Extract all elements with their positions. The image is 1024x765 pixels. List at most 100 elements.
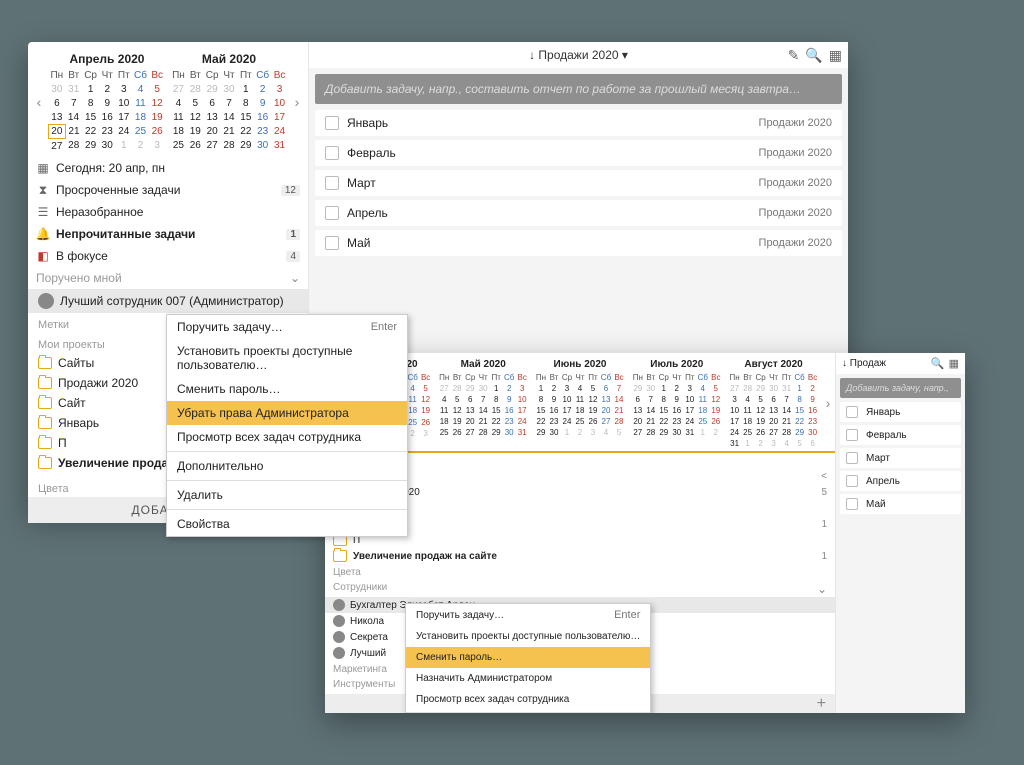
checkbox[interactable] — [325, 146, 339, 160]
checkbox[interactable] — [846, 452, 858, 464]
filter-today[interactable]: ▦ Сегодня: 20 апр, пн — [28, 157, 308, 179]
section-employees[interactable]: Сотрудники⌄ — [325, 579, 835, 597]
employee-name: Лучший — [350, 648, 386, 659]
filter-unread[interactable]: 🔔Непрочитанные задачи1 — [28, 223, 308, 245]
filter-unsorted-label: Неразобранное — [56, 205, 143, 219]
search-icon[interactable]: 🔍 — [805, 47, 822, 64]
task-header-title[interactable]: ↓ Продаж — [842, 358, 886, 369]
task-row[interactable]: Март — [840, 448, 961, 468]
ctx-more[interactable]: Дополнительно — [167, 454, 407, 478]
project-name: Увеличение продаж на сайте — [353, 551, 497, 562]
task-row[interactable]: Апрель — [840, 471, 961, 491]
task-title: Март — [866, 453, 890, 464]
calendar-icon[interactable]: ▦ — [829, 47, 842, 64]
ctx-label: Просмотр всех задач сотрудника — [416, 694, 569, 705]
shortcut: Enter — [371, 321, 397, 333]
separator — [406, 712, 650, 713]
checkbox[interactable] — [325, 236, 339, 250]
filter-focus[interactable]: ◧В фокусе4 — [28, 245, 308, 267]
task-project: Продажи 2020 — [759, 147, 832, 159]
filter-unsorted[interactable]: ☰Неразобранное — [28, 201, 308, 223]
checkbox[interactable] — [325, 206, 339, 220]
add-task-input[interactable]: Добавить задачу, напр., составить отчет … — [315, 74, 842, 104]
context-menu-employee: Поручить задачу…Enter Установить проекты… — [405, 603, 651, 713]
ctx-label: Удалить — [177, 488, 223, 502]
ctx-assign-task[interactable]: Поручить задачу…Enter — [167, 315, 407, 339]
folder-icon — [38, 417, 52, 429]
task-project: Продажи 2020 — [759, 177, 832, 189]
calendar-pair: ‹ Апрель 2020ПнВтСрЧтПтСбВс3031123456789… — [28, 42, 308, 157]
calendar-icon[interactable]: ▦ — [949, 357, 959, 370]
ctx-properties[interactable]: Свойства — [167, 512, 407, 536]
ctx-change-password[interactable]: Сменить пароль… — [167, 377, 407, 401]
window-employees: ‹ Апрель 2020ПнВтСрЧтПтСбВс3031123456789… — [325, 353, 965, 713]
mini-cal-aug[interactable]: Август 2020ПнВтСрЧтПтСбВс272829303112345… — [726, 357, 821, 449]
ctx-label: Просмотр всех задач сотрудника — [177, 430, 361, 444]
employee-row[interactable]: Лучший сотрудник 007 (Администратор) — [28, 289, 308, 313]
sidebar: ‹ Апрель 2020ПнВтСрЧтПтСбВс3031123456789… — [28, 42, 309, 512]
separator — [167, 451, 407, 452]
project-item[interactable]: Увеличение продаж на сайте1 — [325, 548, 835, 564]
task-row[interactable]: Февраль — [840, 425, 961, 445]
bookmark-icon: ◧ — [36, 249, 50, 263]
mini-cal-jun[interactable]: Июнь 2020ПнВтСрЧтПтСбВс12345678910111213… — [533, 357, 628, 438]
employee-name: Лучший сотрудник 007 (Администратор) — [60, 294, 284, 308]
ctx-label: Сменить пароль… — [416, 652, 502, 663]
ctx-set-projects[interactable]: Установить проекты доступные пользовател… — [406, 626, 650, 647]
task-title: Май — [347, 236, 371, 250]
project-name: Январь — [58, 416, 99, 430]
count: < — [821, 471, 827, 482]
folder-icon — [38, 357, 52, 369]
task-row[interactable]: Январь — [840, 402, 961, 422]
edit-icon[interactable]: ✎ — [788, 47, 800, 64]
filter-assigned[interactable]: Поручено мной⌄ — [28, 267, 308, 289]
cal-next[interactable]: › — [823, 396, 833, 410]
filter-today-label: Сегодня: 20 апр, пн — [56, 161, 165, 175]
cal-next[interactable]: › — [292, 95, 302, 109]
checkbox[interactable] — [846, 406, 858, 418]
badge: 4 — [286, 251, 300, 262]
header-tools: 🔍 ▦ — [931, 357, 959, 370]
task-row[interactable]: Май — [840, 494, 961, 514]
folder-icon — [38, 397, 52, 409]
task-header-title[interactable]: ↓ Продажи 2020 ▾ — [529, 48, 628, 62]
mini-cal-jul[interactable]: Июль 2020ПнВтСрЧтПтСбВс29301234567891011… — [629, 357, 724, 438]
ctx-remove-admin[interactable]: Убрать права Администратора — [167, 401, 407, 425]
chevron-down-icon: ⌄ — [290, 271, 300, 285]
task-row[interactable]: МайПродажи 2020 — [315, 230, 842, 256]
count: 1 — [821, 519, 827, 530]
checkbox[interactable] — [325, 176, 339, 190]
checkbox[interactable] — [846, 475, 858, 487]
task-project: Продажи 2020 — [759, 117, 832, 129]
filter-overdue-label: Просроченные задачи — [56, 183, 180, 197]
ctx-make-admin[interactable]: Назначить Администратором — [406, 668, 650, 689]
mini-cal-may[interactable]: Май 2020ПнВтСрЧтПтСбВс272829301234567891… — [170, 50, 288, 153]
ctx-change-password[interactable]: Сменить пароль… — [406, 647, 650, 668]
mini-cal-apr[interactable]: Апрель 2020ПнВтСрЧтПтСбВс303112345678910… — [48, 50, 166, 153]
task-row[interactable]: ФевральПродажи 2020 — [315, 140, 842, 166]
ctx-set-projects[interactable]: Установить проекты доступные пользовател… — [167, 339, 407, 377]
overdue-icon: ⧗ — [36, 183, 50, 197]
ctx-delete[interactable]: Удалить — [167, 483, 407, 507]
ctx-assign-task[interactable]: Поручить задачу…Enter — [406, 604, 650, 626]
mini-cal-may[interactable]: Май 2020ПнВтСрЧтПтСбВс272829301234567891… — [436, 357, 531, 438]
task-list: Январь Февраль Март Апрель Май — [836, 402, 965, 517]
filter-overdue[interactable]: ⧗ Просроченные задачи 12 — [28, 179, 308, 201]
badge: 12 — [281, 185, 300, 196]
task-title: Январь — [347, 116, 388, 130]
cal-prev[interactable]: ‹ — [34, 95, 44, 109]
ctx-view-tasks[interactable]: Просмотр всех задач сотрудника — [167, 425, 407, 449]
search-icon[interactable]: 🔍 — [931, 357, 945, 370]
task-row[interactable]: АпрельПродажи 2020 — [315, 200, 842, 226]
checkbox[interactable] — [846, 429, 858, 441]
add-task-input[interactable]: Добавить задачу, напр., — [840, 378, 961, 398]
section-colors: Цвета — [325, 564, 835, 579]
ctx-view-tasks[interactable]: Просмотр всех задач сотрудника — [406, 689, 650, 710]
task-row[interactable]: МартПродажи 2020 — [315, 170, 842, 196]
checkbox[interactable] — [846, 498, 858, 510]
task-title: Январь — [866, 407, 900, 418]
checkbox[interactable] — [325, 116, 339, 130]
avatar-icon — [333, 599, 345, 611]
calendar-icon: ▦ — [36, 161, 50, 175]
task-row[interactable]: Январь Продажи 2020 — [315, 110, 842, 136]
